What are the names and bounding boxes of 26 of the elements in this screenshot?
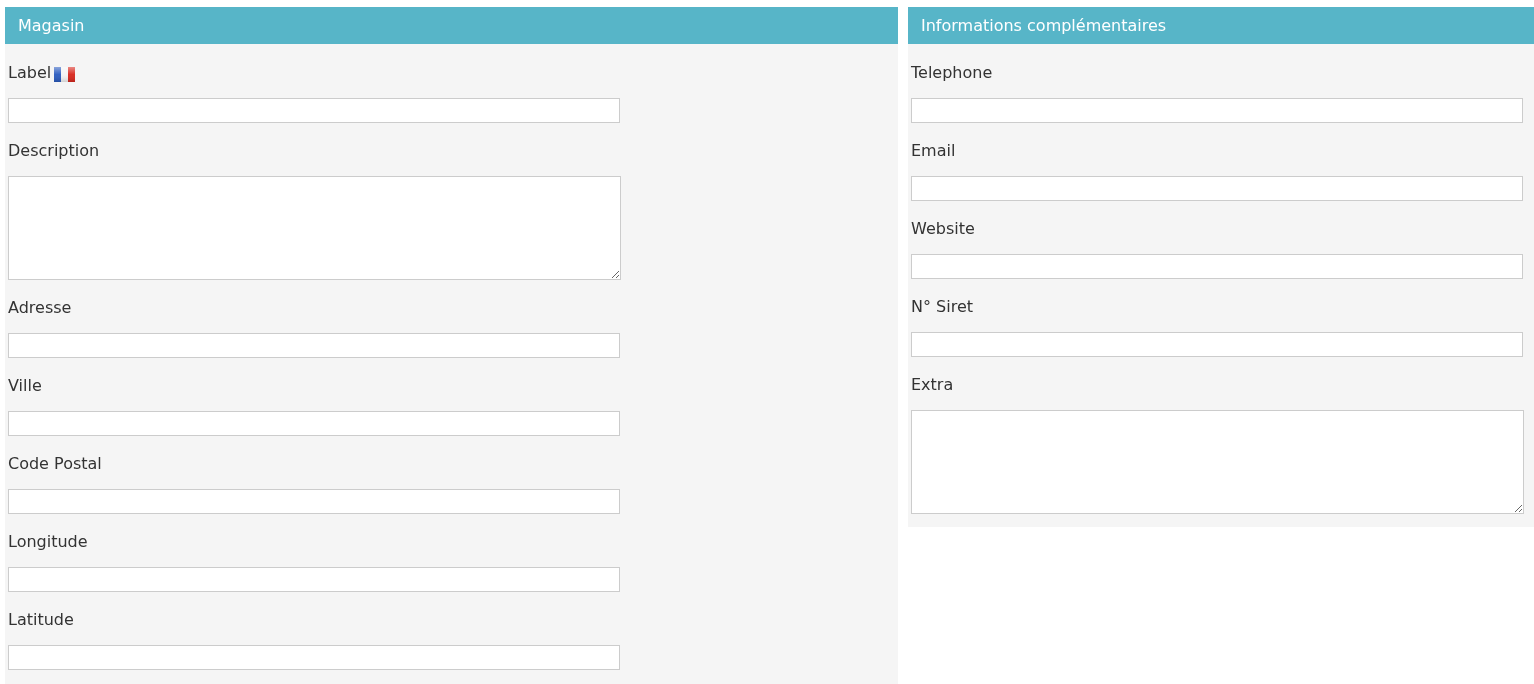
field-label: Website [911, 219, 975, 239]
text-input-field[interactable] [911, 332, 1523, 357]
text-input-field[interactable] [8, 489, 620, 514]
field-label: Telephone [911, 63, 993, 83]
field-label: Ville [8, 376, 42, 396]
field-label: Longitude [8, 532, 88, 552]
field-label: Label [8, 63, 52, 83]
text-input-field[interactable] [8, 333, 620, 358]
text-input-field[interactable] [911, 254, 1523, 279]
field-label: Code Postal [8, 454, 102, 474]
panel-header: Magasin [5, 7, 898, 44]
field-label: N° Siret [911, 297, 973, 317]
text-input-field[interactable] [8, 645, 620, 670]
field-label: Latitude [8, 610, 74, 630]
text-input-field[interactable] [911, 98, 1523, 123]
panel-header: Informations complémentaires [908, 7, 1534, 44]
text-area-field[interactable] [8, 176, 621, 280]
field-label: Adresse [8, 298, 72, 318]
field-label: Extra [911, 375, 954, 395]
field-label: Description [8, 141, 100, 161]
text-input-field[interactable] [8, 567, 620, 592]
text-input-field[interactable] [8, 98, 620, 123]
text-input-field[interactable] [911, 176, 1523, 201]
text-area-field[interactable] [911, 410, 1524, 514]
text-input-field[interactable] [8, 411, 620, 436]
field-label: Email [911, 141, 956, 161]
